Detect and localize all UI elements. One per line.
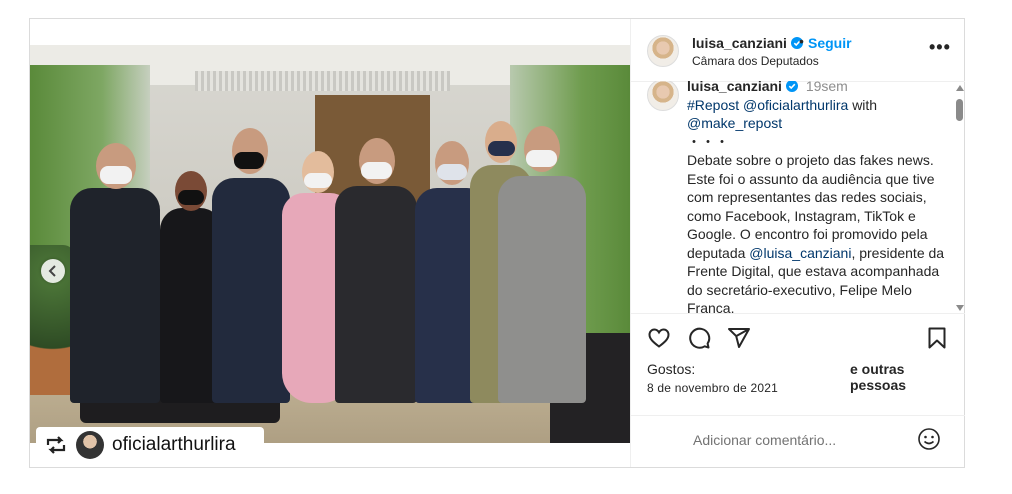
repost-icon (46, 436, 66, 454)
header-separator: • (799, 33, 804, 49)
tag-avatar (76, 431, 104, 459)
more-options-icon[interactable]: ••• (929, 38, 951, 56)
photo-person (212, 118, 290, 403)
photo-person (498, 118, 586, 403)
location-link[interactable]: Câmara dos Deputados (692, 54, 819, 68)
caption-username[interactable]: luisa_canziani (687, 81, 782, 94)
likes-others-link[interactable]: e outras pessoas (850, 361, 947, 393)
carousel-prev-button[interactable] (41, 259, 65, 283)
hashtag-repost[interactable]: #Repost (687, 97, 739, 113)
mention-luisa-canziani[interactable]: @luisa_canziani (749, 245, 851, 261)
photo-vent (195, 71, 450, 91)
header-username-text: luisa_canziani (692, 35, 787, 51)
caption-bullets: ・・・ (687, 133, 729, 150)
caption-time[interactable]: 19sem (806, 81, 848, 94)
avatar[interactable] (647, 35, 679, 67)
post-media: oficialarthurlira (30, 19, 630, 467)
bookmark-icon[interactable] (925, 326, 949, 350)
post-photo[interactable] (30, 45, 630, 443)
scroll-up-arrow[interactable] (956, 85, 964, 91)
follow-button[interactable]: Seguir (808, 35, 852, 51)
share-icon[interactable] (727, 326, 751, 350)
header-username[interactable]: luisa_canziani (692, 35, 803, 51)
scroll-down-arrow[interactable] (956, 305, 964, 311)
photo-person (335, 128, 417, 403)
caption-scrollbar[interactable] (955, 81, 964, 313)
caption-text: luisa_canziani 19sem #Repost @oficialart… (687, 81, 949, 313)
caption-avatar[interactable] (647, 81, 679, 111)
caption-with: with (852, 96, 878, 113)
heart-icon[interactable] (647, 326, 671, 350)
scroll-thumb[interactable] (956, 99, 963, 121)
verified-badge-icon (785, 81, 798, 92)
post-side-panel: luisa_canziani • Seguir Câmara dos Deput… (630, 19, 965, 467)
comment-icon[interactable] (687, 326, 711, 350)
post-actions (631, 313, 965, 364)
photo-person (70, 133, 160, 403)
comment-input[interactable] (691, 428, 915, 452)
chevron-left-icon (48, 265, 56, 277)
mention-oficialarthurlira[interactable]: @oficialarthurlira (743, 97, 848, 113)
post-date[interactable]: 8 de novembro de 2021 (647, 381, 778, 395)
tag-username: oficialarthurlira (112, 434, 236, 455)
mention-make-repost[interactable]: @make_repost (687, 115, 782, 131)
caption-area: luisa_canziani 19sem #Repost @oficialart… (631, 81, 965, 313)
emoji-icon[interactable] (917, 427, 941, 451)
post-header: luisa_canziani • Seguir Câmara dos Deput… (631, 19, 965, 82)
likes-summary: Gostos: e outras pessoas (647, 361, 947, 393)
likes-prefix: Gostos: (647, 361, 696, 377)
add-comment-bar (631, 415, 965, 468)
repost-tag[interactable]: oficialarthurlira (36, 427, 264, 463)
instagram-post: oficialarthurlira luisa_canziani • Segui… (29, 18, 965, 468)
